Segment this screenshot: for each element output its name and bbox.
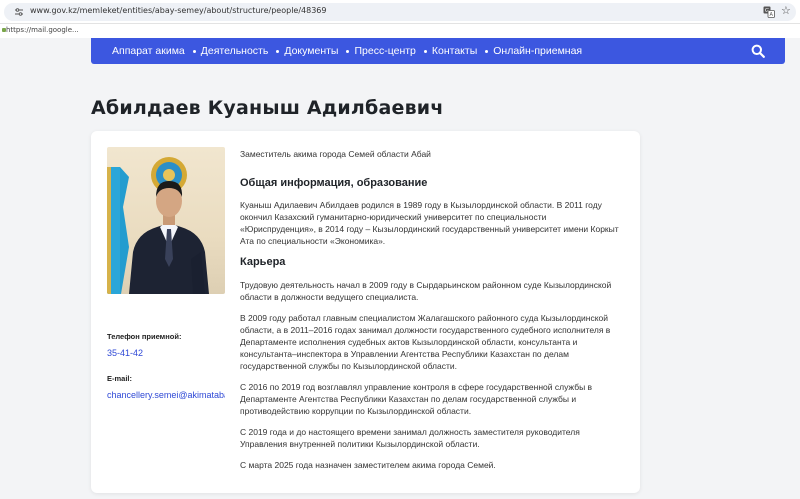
nav-item[interactable]: Пресс-центр [338, 45, 416, 57]
translate-icon[interactable]: G A [763, 6, 775, 18]
nav-item[interactable]: Документы [268, 45, 338, 57]
main-navbar: Аппарат акима Деятельность Документы Пресс-… [91, 38, 785, 64]
nav-menu: Аппарат акима Деятельность Документы Пресс-… [112, 38, 582, 64]
browser-toolbar: www.gov.kz/memleket/entities/abay-semey/… [0, 0, 800, 24]
nav-bullet [485, 49, 489, 53]
svg-text:A: A [769, 12, 773, 18]
nav-item-label: Контакты [431, 45, 478, 57]
bio-paragraph: Куаныш Адилаевич Абилдаев родился в 1989… [240, 200, 619, 246]
bookmark-star-icon[interactable]: ☆ [781, 4, 791, 18]
nav-bullet [192, 49, 196, 53]
career-paragraph: В 2009 году работал главным специалистом… [240, 313, 611, 371]
url-text[interactable]: www.gov.kz/memleket/entities/abay-semey/… [30, 6, 326, 15]
position-text: Заместитель акима города Семей области А… [240, 149, 431, 159]
site-settings-icon[interactable] [14, 7, 24, 17]
profile-photo [107, 147, 225, 294]
profile-card: Телефон приемной: 35-41-42 E-mail: chanc… [91, 131, 640, 493]
address-bar[interactable]: www.gov.kz/memleket/entities/abay-semey/… [4, 3, 796, 21]
nav-bullet [276, 49, 280, 53]
portrait-illustration [107, 157, 209, 294]
nav-item-label: Пресс-центр [354, 45, 416, 57]
email-label: E-mail: [107, 374, 133, 383]
nav-item[interactable]: Аппарат акима [112, 45, 185, 57]
nav-bullet [346, 49, 350, 53]
page-title: Абилдаев Куаныш Адилбаевич [91, 97, 444, 119]
nav-item-label: Онлайн-приемная [493, 45, 583, 57]
phone-link[interactable]: 35-41-42 [107, 348, 143, 358]
nav-item[interactable]: Онлайн-приемная [477, 45, 582, 57]
nav-item-label: Документы [284, 45, 339, 57]
career-paragraph: С марта 2025 года назначен заместителем … [240, 460, 496, 470]
career-paragraph: С 2019 года и до настоящего времени зани… [240, 427, 580, 449]
nav-item[interactable]: Контакты [416, 45, 477, 57]
search-icon[interactable] [751, 44, 765, 58]
section-title-career: Карьера [240, 256, 286, 268]
career-paragraph: Трудовую деятельность начал в 2009 году … [240, 280, 612, 302]
email-link[interactable]: chancellery.semei@akimatabai.gov.kz [107, 390, 225, 400]
profile-content: Заместитель акима города Семей области А… [240, 147, 624, 471]
nav-item-label: Аппарат акима [112, 45, 185, 57]
link-status-bar: https://mail.google... [0, 24, 800, 38]
section-title-education: Общая информация, образование [240, 177, 428, 189]
nav-item-label: Деятельность [200, 45, 269, 57]
career-paragraph: С 2016 по 2019 год возглавлял управление… [240, 382, 593, 416]
nav-bullet [423, 49, 427, 53]
nav-item[interactable]: Деятельность [185, 45, 269, 57]
phone-label: Телефон приемной: [107, 332, 182, 341]
status-url: https://mail.google... [6, 26, 79, 34]
